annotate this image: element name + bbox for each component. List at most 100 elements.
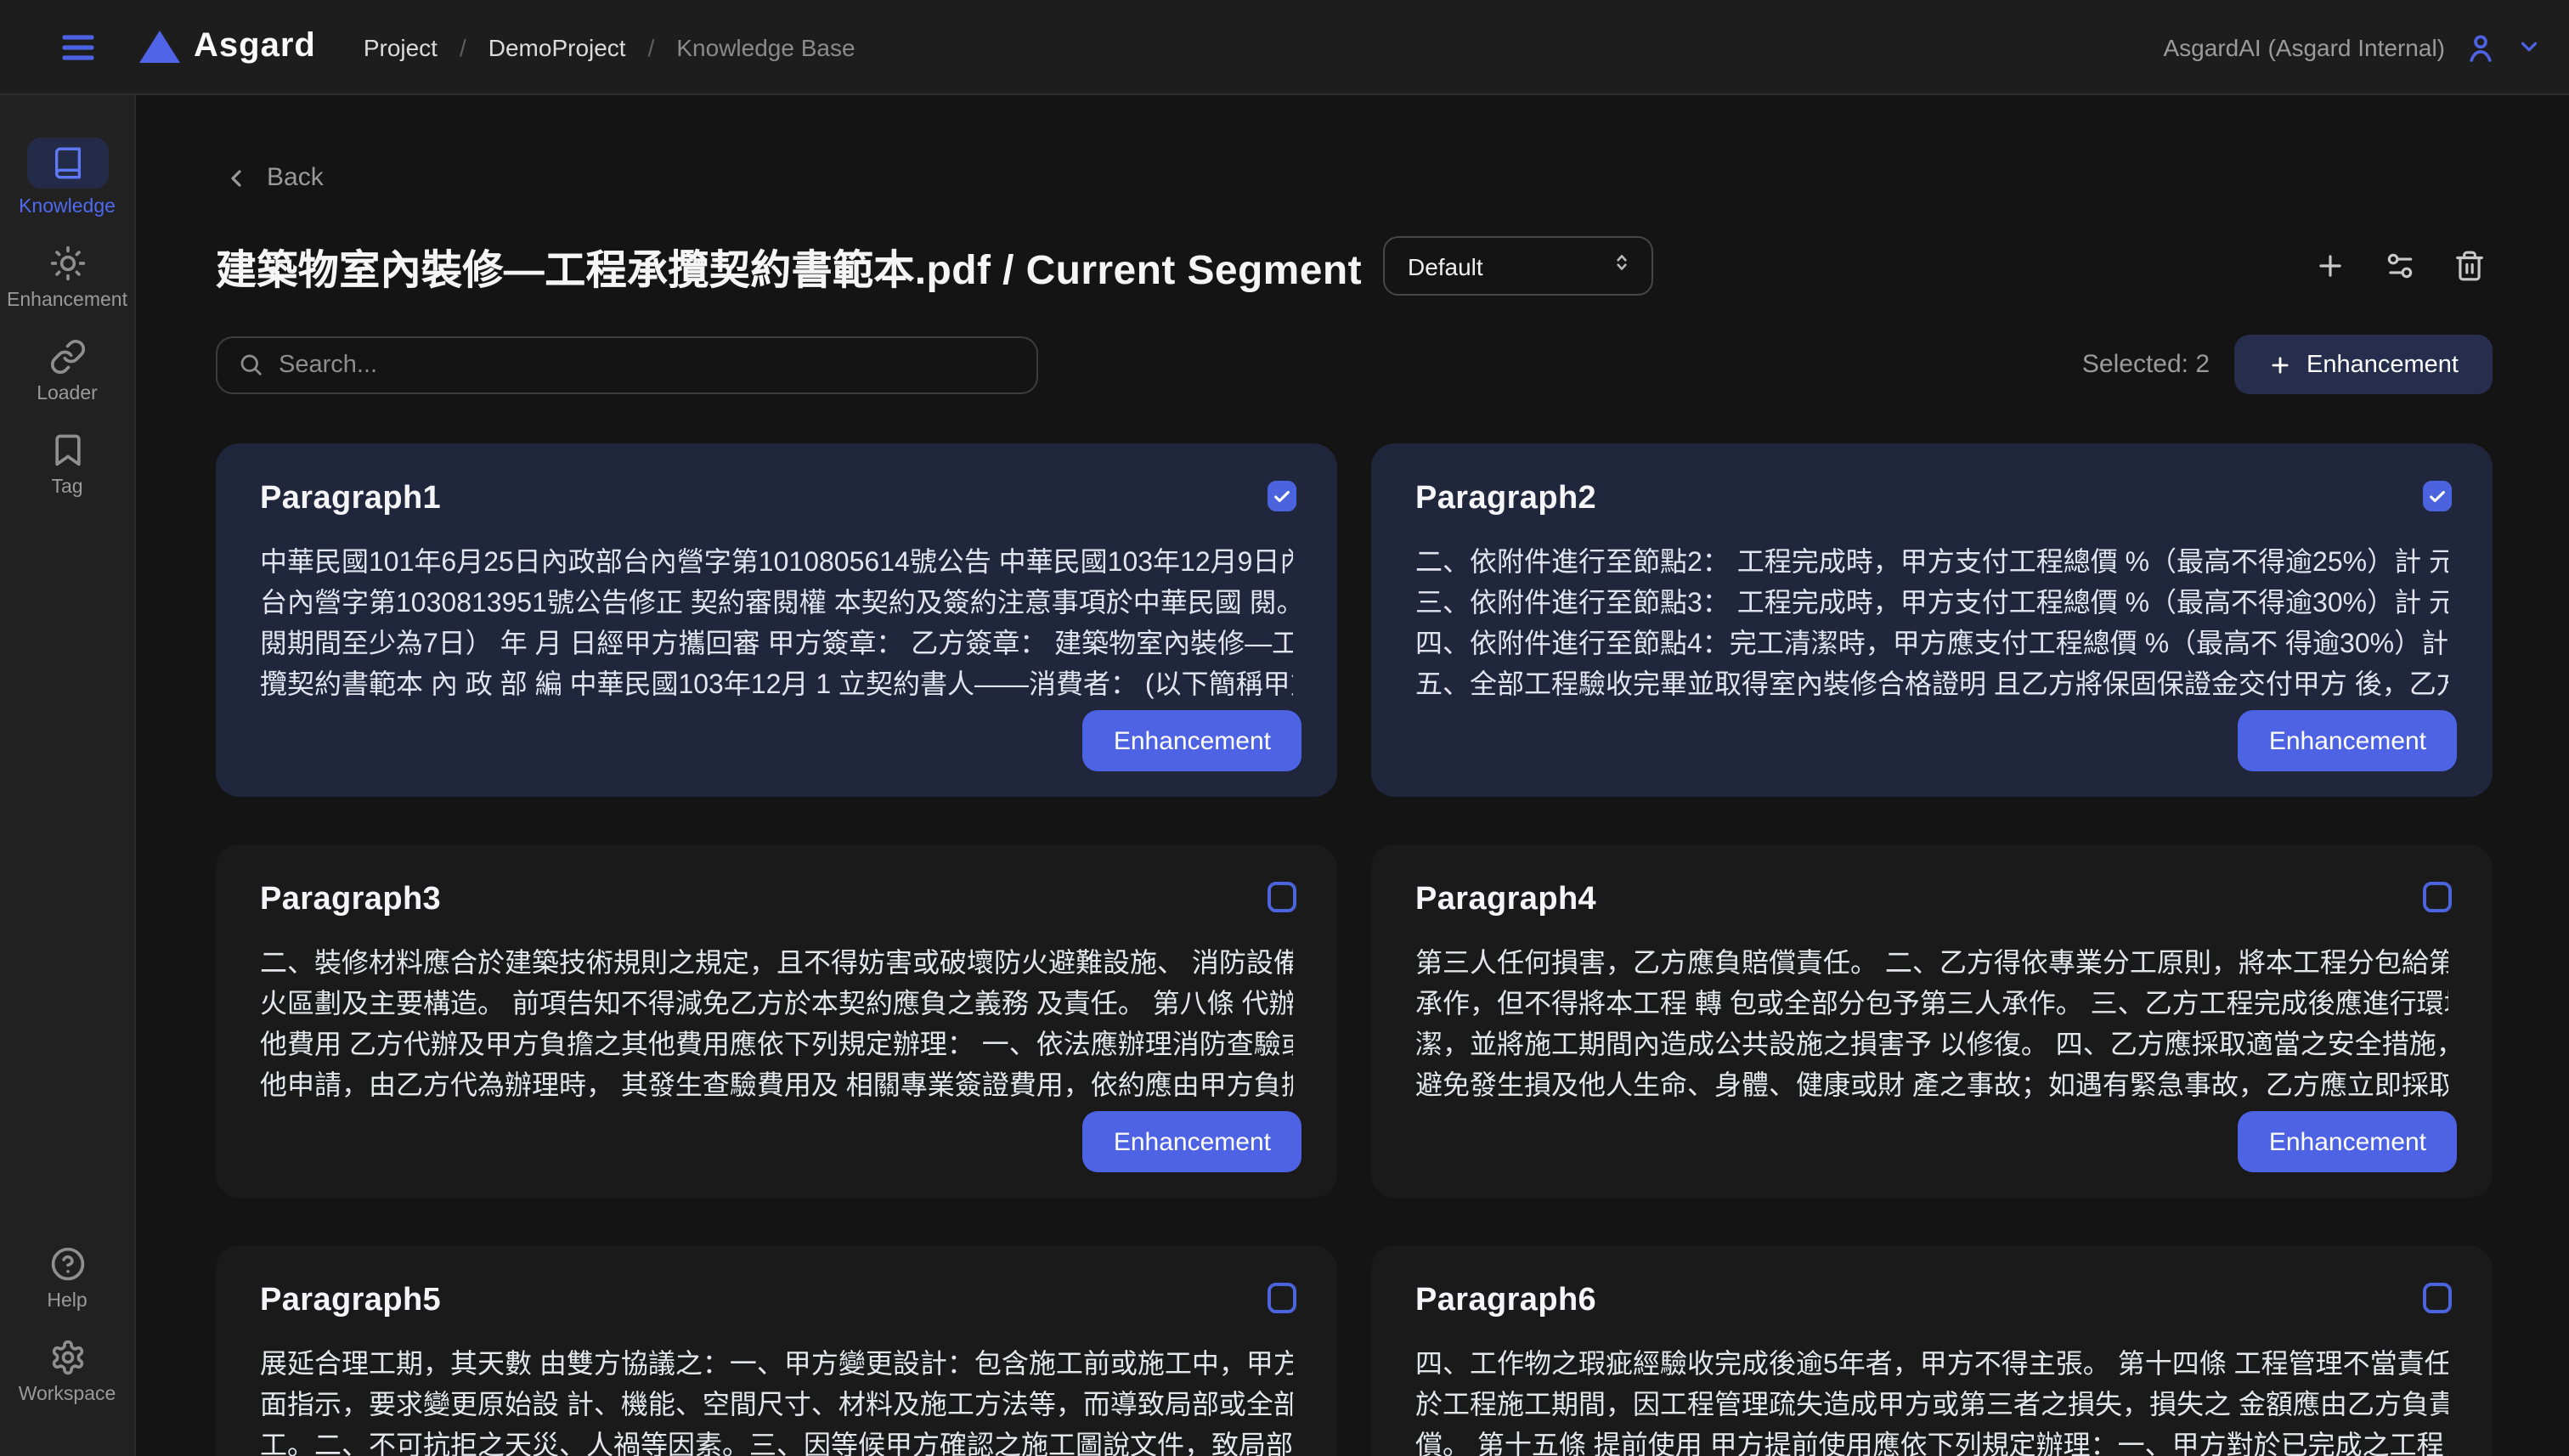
add-enhancement-button[interactable]: Enhancement bbox=[2233, 335, 2493, 394]
segment-select-value: Default bbox=[1408, 252, 1483, 279]
card-text: 中華民國101年6月25日內政部台內營字第1010805614號公告 中華民國1… bbox=[260, 544, 1293, 707]
search-input[interactable] bbox=[279, 351, 1016, 378]
card-text-line: 承作，但不得將本工程 轉 包或全部分包予第三人承作。 三、乙方工程完成後應進行環… bbox=[1415, 985, 2448, 1026]
sidebar-item-help[interactable]: Help bbox=[47, 1245, 87, 1312]
sidebar-item-label: Workspace bbox=[19, 1385, 116, 1405]
logo-text: Asgard bbox=[194, 27, 316, 66]
card-text-line: 台內營字第1030813951號公告修正 契約審閱權 本契約及簽約注意事項於中華… bbox=[260, 584, 1293, 625]
card-text-line: 四、工作物之瑕疵經驗收完成後逾5年者，甲方不得主張。 第十四條 工程管理不當責任… bbox=[1415, 1346, 2448, 1386]
card-text-line: 三、依附件進行至節點3： 工程完成時，甲方支付工程總價 %（最高不得逾30%）計… bbox=[1415, 584, 2448, 625]
card-text-line: 他申請，由乙方代為辦理時， 其發生查驗費用及 相關專業簽證費用，依約應由甲方負擔… bbox=[260, 1067, 1293, 1108]
account-label: AsgardAI (Asgard Internal) bbox=[2164, 33, 2446, 60]
card-text: 二、依附件進行至節點2： 工程完成時，甲方支付工程總價 %（最高不得逾25%）計… bbox=[1415, 544, 2448, 707]
gear-icon bbox=[48, 1339, 86, 1376]
add-button[interactable] bbox=[2306, 242, 2353, 290]
sidebar-item-label: Loader bbox=[37, 384, 98, 404]
card-title: Paragraph5 bbox=[260, 1283, 1293, 1320]
sidebar-item-label: Help bbox=[47, 1291, 87, 1312]
breadcrumb-separator: / bbox=[460, 33, 466, 60]
card-checkbox[interactable] bbox=[2423, 1283, 2452, 1313]
trash-icon[interactable] bbox=[2445, 242, 2493, 290]
enhancement-button[interactable]: Enhancement bbox=[2239, 710, 2457, 771]
breadcrumb-demoproject[interactable]: DemoProject bbox=[488, 33, 626, 60]
add-enhancement-label: Enhancement bbox=[2306, 351, 2459, 378]
search-icon bbox=[238, 352, 263, 377]
card-title: Paragraph1 bbox=[260, 481, 1293, 518]
card-text: 二、裝修材料應合於建築技術規則之規定，且不得妨害或破壞防火避難設施、 消防設備、… bbox=[260, 945, 1293, 1108]
card-checkbox[interactable] bbox=[1268, 1283, 1296, 1313]
chevron-left-icon bbox=[223, 164, 250, 191]
card-text-line: 面指示，要求變更原始設 計、機能、空間尺寸、材料及施工方法等，而導致局部或全部停 bbox=[260, 1386, 1293, 1427]
sidebar-item-tag[interactable]: Tag bbox=[48, 432, 86, 498]
link-icon bbox=[48, 338, 86, 375]
card-text-line: 潔，並將施工期間內造成公共設施之損害予 以修復。 四、乙方應採取適當之安全措施，… bbox=[1415, 1026, 2448, 1067]
sun-icon bbox=[48, 245, 86, 282]
card-checkbox[interactable] bbox=[2423, 882, 2452, 912]
sidebar-item-label: Tag bbox=[51, 477, 82, 498]
back-button[interactable]: Back bbox=[216, 163, 324, 192]
card-text-line: 工。二、不可抗拒之天災、人禍等因素。三、因等候甲方確認之施工圖說文件，致局部或.… bbox=[260, 1427, 1293, 1456]
paragraph-card: Paragraph4 第三人任何損害，乙方應負賠償責任。 二、乙方得依專業分工原… bbox=[1371, 844, 2493, 1198]
selection-actions: Selected: 2 Enhancement bbox=[2082, 335, 2493, 394]
plus-icon bbox=[2267, 353, 2291, 376]
page-title: 建築物室內裝修—工程承攬契約書範本.pdf / Current Segment bbox=[216, 236, 1362, 296]
card-title: Paragraph4 bbox=[1415, 882, 2448, 919]
logo-triangle-icon bbox=[139, 31, 180, 63]
card-title: Paragraph3 bbox=[260, 882, 1293, 919]
topbar: Asgard Project / DemoProject / Knowledge… bbox=[0, 0, 2569, 95]
sidebar-item-loader[interactable]: Loader bbox=[37, 338, 98, 404]
sidebar-item-workspace[interactable]: Workspace bbox=[19, 1339, 116, 1405]
book-icon bbox=[26, 138, 108, 189]
bookmark-icon bbox=[48, 432, 86, 469]
card-text-line: 於工程施工期間，因工程管理疏失造成甲方或第三者之損失，損失之 金額應由乙方負責賠 bbox=[1415, 1386, 2448, 1427]
segment-select[interactable]: Default bbox=[1384, 236, 1654, 296]
chevron-down-icon bbox=[2516, 34, 2542, 59]
title-actions bbox=[2306, 242, 2493, 290]
main-content: Back 建築物室內裝修—工程承攬契約書範本.pdf / Current Seg… bbox=[136, 95, 2569, 1456]
paragraph-card: Paragraph3 二、裝修材料應合於建築技術規則之規定，且不得妨害或破壞防火… bbox=[216, 844, 1337, 1198]
help-circle-icon bbox=[48, 1245, 86, 1283]
hamburger-menu-icon[interactable] bbox=[58, 26, 99, 67]
card-title: Paragraph6 bbox=[1415, 1283, 2448, 1320]
card-text-line: 償。 第十五條 提前使用 甲方提前使用應依下列規定辦理：一、甲方對於已完成之工程… bbox=[1415, 1427, 2448, 1456]
card-checkbox[interactable] bbox=[2423, 481, 2452, 511]
check-icon bbox=[1273, 487, 1291, 505]
sidebar-item-enhancement[interactable]: Enhancement bbox=[7, 245, 127, 311]
sidebar-item-label: Enhancement bbox=[7, 291, 127, 311]
app-logo[interactable]: Asgard bbox=[139, 27, 316, 66]
paragraph-card: Paragraph6 四、工作物之瑕疵經驗收完成後逾5年者，甲方不得主張。 第十… bbox=[1371, 1245, 2493, 1456]
enhancement-button[interactable]: Enhancement bbox=[1083, 710, 1301, 771]
account-menu[interactable]: AsgardAI (Asgard Internal) bbox=[2164, 30, 2543, 64]
breadcrumb-project[interactable]: Project bbox=[364, 33, 438, 60]
back-label: Back bbox=[267, 163, 324, 192]
paragraph-card: Paragraph1 中華民國101年6月25日內政部台內營字第10108056… bbox=[216, 443, 1337, 797]
sidebar-item-knowledge[interactable]: Knowledge bbox=[19, 138, 116, 217]
card-text-line: 攬契約書範本 內 政 部 編 中華民國103年12月 1 立契約書人——消費者：… bbox=[260, 666, 1293, 707]
card-checkbox[interactable] bbox=[1268, 481, 1296, 511]
paragraph-card: Paragraph2 二、依附件進行至節點2： 工程完成時，甲方支付工程總價 %… bbox=[1371, 443, 2493, 797]
paragraph-card: Paragraph5 展延合理工期，其天數 由雙方協議之：一、甲方變更設計：包含… bbox=[216, 1245, 1337, 1456]
settings-sliders-icon[interactable] bbox=[2375, 242, 2423, 290]
sidebar-item-label: Knowledge bbox=[19, 197, 116, 217]
enhancement-button[interactable]: Enhancement bbox=[1083, 1111, 1301, 1172]
search-box[interactable] bbox=[216, 336, 1038, 393]
selected-count-label: Selected: 2 bbox=[2082, 350, 2210, 379]
card-text-line: 避免發生損及他人生命、身體、健康或財 產之事故；如遇有緊急事故，乙方應立即採取必… bbox=[1415, 1067, 2448, 1108]
title-row: 建築物室內裝修—工程承攬契約書範本.pdf / Current Segment … bbox=[216, 236, 2493, 296]
person-icon bbox=[2464, 30, 2498, 64]
app-window: Asgard Project / DemoProject / Knowledge… bbox=[0, 0, 2569, 1456]
breadcrumb-knowledge-base: Knowledge Base bbox=[676, 33, 855, 60]
card-text-line: 第三人任何損害，乙方應負賠償責任。 二、乙方得依專業分工原則，將本工程分包給第三… bbox=[1415, 945, 2448, 985]
breadcrumb-separator: / bbox=[648, 33, 655, 60]
enhancement-button[interactable]: Enhancement bbox=[2239, 1111, 2457, 1172]
card-text-line: 二、裝修材料應合於建築技術規則之規定，且不得妨害或破壞防火避難設施、 消防設備、… bbox=[260, 945, 1293, 985]
card-text: 四、工作物之瑕疵經驗收完成後逾5年者，甲方不得主張。 第十四條 工程管理不當責任… bbox=[1415, 1346, 2448, 1456]
card-text-line: 閱期間至少為7日） 年 月 日經甲方攜回審 甲方簽章： 乙方簽章： 建築物室內裝… bbox=[260, 625, 1293, 666]
paragraph-card-grid: Paragraph1 中華民國101年6月25日內政部台內營字第10108056… bbox=[216, 443, 2493, 1456]
card-text-line: 二、依附件進行至節點2： 工程完成時，甲方支付工程總價 %（最高不得逾25%）計… bbox=[1415, 544, 2448, 584]
card-text-line: 展延合理工期，其天數 由雙方協議之：一、甲方變更設計：包含施工前或施工中，甲方書 bbox=[260, 1346, 1293, 1386]
card-checkbox[interactable] bbox=[1268, 882, 1296, 912]
card-text-line: 中華民國101年6月25日內政部台內營字第1010805614號公告 中華民國1… bbox=[260, 544, 1293, 584]
breadcrumb: Project / DemoProject / Knowledge Base bbox=[364, 33, 855, 60]
card-title: Paragraph2 bbox=[1415, 481, 2448, 518]
